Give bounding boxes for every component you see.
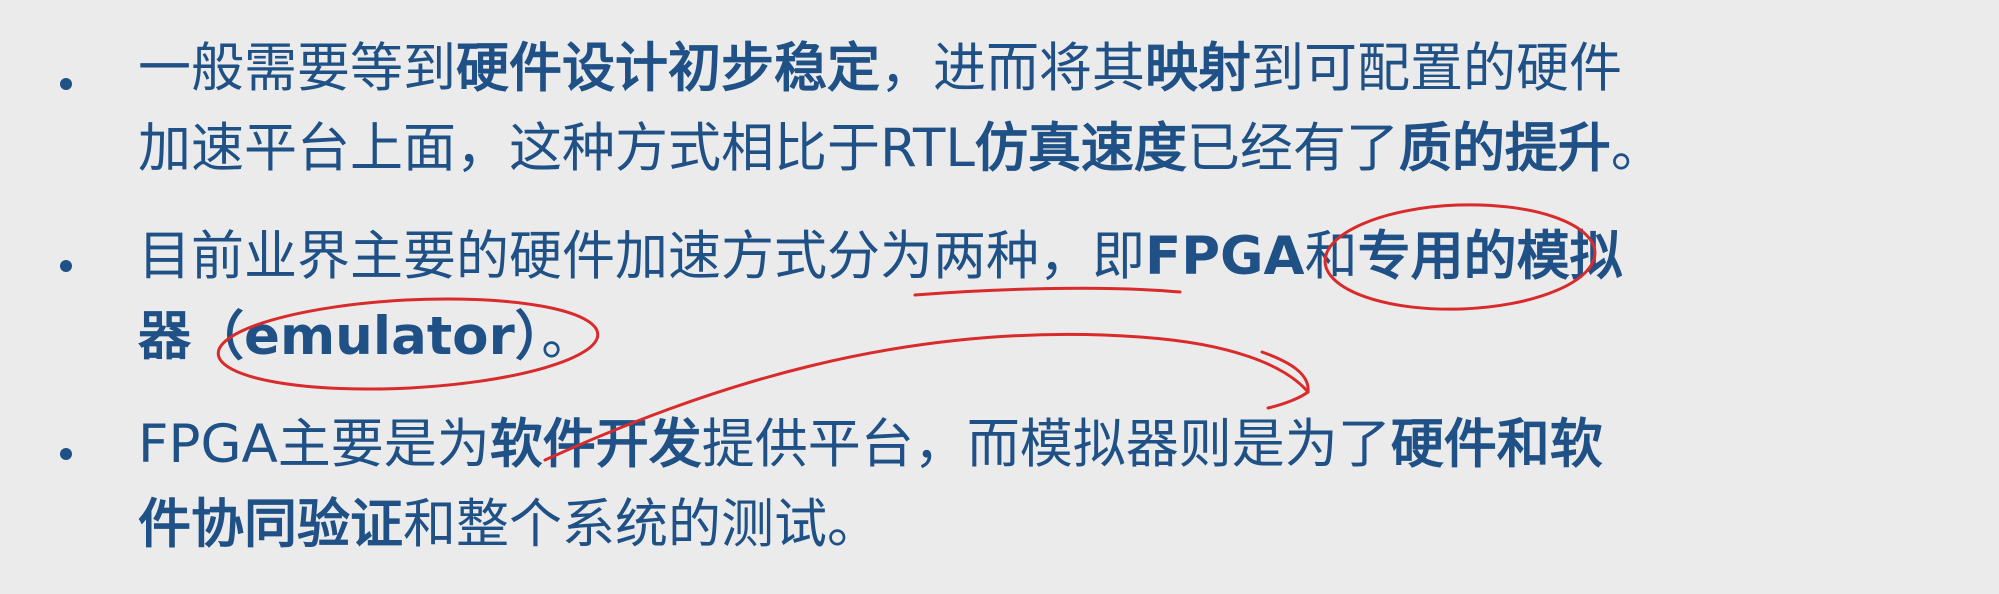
text-line: 一般需要等到硬件设计初步稳定，进而将其映射到可配置的硬件 bbox=[138, 29, 1968, 109]
bullet-list: 一般需要等到硬件设计初步稳定，进而将其映射到可配置的硬件 加速平台上面，这种方式… bbox=[0, 0, 1999, 594]
bullet-text-3: FPGA主要是为软件开发提供平台，而模拟器则是为了硬件和软 件协同验证和整个系统… bbox=[138, 405, 1968, 565]
text-run: 。 bbox=[541, 306, 595, 367]
text-run-bold: 专用的模拟 bbox=[1357, 226, 1623, 287]
text-line: 目前业界主要的硬件加速方式分为两种，即FPGA和专用的模拟 bbox=[138, 217, 1968, 297]
text-line: FPGA主要是为软件开发提供平台，而模拟器则是为了硬件和软 bbox=[138, 405, 1968, 485]
text-run-bold: FPGA bbox=[1145, 226, 1305, 287]
text-run-bold: 器（emulator） bbox=[138, 306, 542, 367]
text-run: ，进而将其 bbox=[880, 38, 1145, 99]
text-run-bold: 硬件和软 bbox=[1390, 414, 1603, 475]
text-run: 到可配置的硬件 bbox=[1251, 38, 1622, 99]
text-run-bold: 软件开发 bbox=[489, 414, 702, 475]
bullet-dot-icon bbox=[60, 260, 72, 272]
text-run-bold: 硬件设计初步稳定 bbox=[456, 38, 880, 99]
text-run: 目前业界主要的硬件加速方式分为两种，即 bbox=[138, 226, 1145, 287]
text-line: 加速平台上面，这种方式相比于RTL仿真速度已经有了质的提升。 bbox=[138, 109, 1968, 189]
text-run: 已经有了 bbox=[1186, 118, 1399, 179]
text-run-bold: 仿真速度 bbox=[974, 118, 1187, 179]
text-run: 加速平台上面，这种方式相比于RTL bbox=[138, 118, 975, 179]
slide: 一般需要等到硬件设计初步稳定，进而将其映射到可配置的硬件 加速平台上面，这种方式… bbox=[0, 0, 1999, 594]
bullet-text-1: 一般需要等到硬件设计初步稳定，进而将其映射到可配置的硬件 加速平台上面，这种方式… bbox=[138, 29, 1968, 189]
text-run: 和整个系统的测试。 bbox=[403, 494, 880, 555]
text-run: 提供平台，而模拟器则是为了 bbox=[701, 414, 1391, 475]
text-run-bold: 质的提升 bbox=[1398, 118, 1611, 179]
text-run: 和 bbox=[1304, 226, 1358, 287]
bullet-dot-icon bbox=[60, 448, 72, 460]
text-run-bold: 映射 bbox=[1145, 38, 1251, 99]
bullet-dot-icon bbox=[60, 78, 72, 90]
bullet-text-2: 目前业界主要的硬件加速方式分为两种，即FPGA和专用的模拟 器（emulator… bbox=[138, 217, 1968, 377]
text-run: FPGA主要是为 bbox=[138, 414, 490, 475]
text-run-bold: 件协同验证 bbox=[138, 494, 403, 555]
text-run: 一般需要等到 bbox=[138, 38, 456, 99]
text-line: 件协同验证和整个系统的测试。 bbox=[138, 485, 1968, 565]
text-line: 器（emulator）。 bbox=[138, 297, 1968, 377]
text-run: 。 bbox=[1610, 118, 1664, 179]
